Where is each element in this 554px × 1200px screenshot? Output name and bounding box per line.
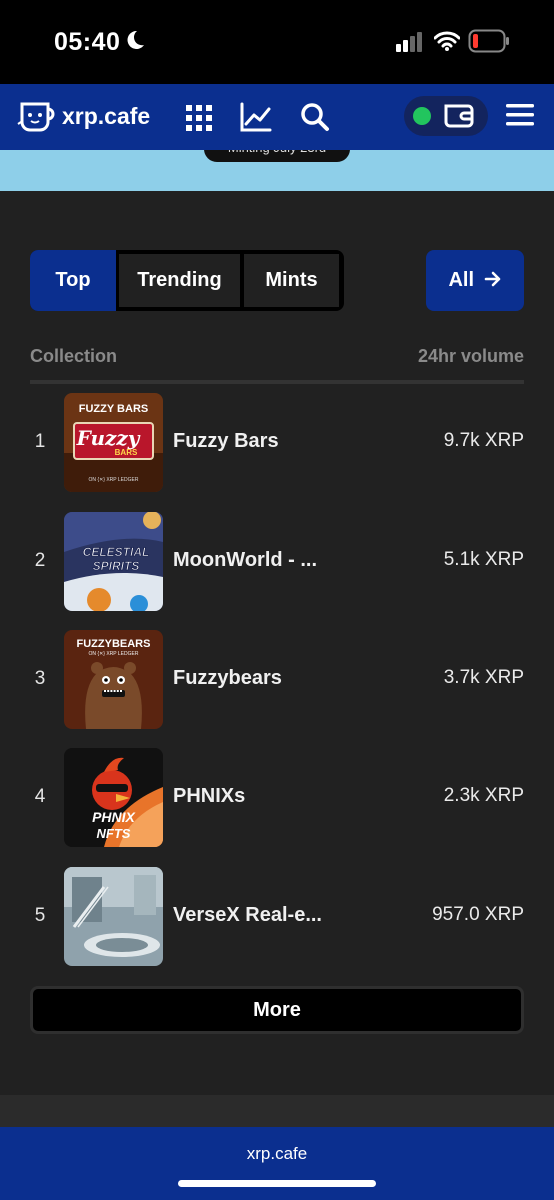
all-button-label: All <box>448 269 474 291</box>
all-button[interactable]: All <box>426 250 524 311</box>
collection-volume: 957.0 XRP <box>432 904 524 925</box>
collection-volume: 2.3k XRP <box>443 785 524 806</box>
home-indicator <box>178 1180 376 1187</box>
menu-icon[interactable] <box>506 103 534 127</box>
versex-artwork <box>64 867 163 966</box>
navbar: xrp.cafe <box>0 84 554 150</box>
wallet-button[interactable] <box>404 96 488 136</box>
rank: 1 <box>34 431 46 452</box>
table-row[interactable]: 2 CELESTIAL SPIRITS MoonWorld - ... 5.1k… <box>30 512 524 612</box>
thumb-title: FUZZYBEARS <box>77 638 151 650</box>
fuzzy-bars-artwork: FUZZY BARS Fuzzy BARS ON {✕} XRP LEDGER <box>64 393 163 492</box>
collection-thumbnail: FUZZYBEARS ON {✕} XRP LEDGER <box>64 630 163 729</box>
celestial-spirits-artwork: CELESTIAL SPIRITS <box>64 512 163 611</box>
wallet-icon <box>444 104 474 128</box>
mint-date-badge: Minting July 23rd <box>204 150 350 162</box>
collection-name: PHNIXs <box>173 785 246 807</box>
arrow-right-icon <box>484 271 500 287</box>
rank: 3 <box>34 668 46 689</box>
collection-thumbnail: FUZZY BARS Fuzzy BARS ON {✕} XRP LEDGER <box>64 393 163 492</box>
table-row[interactable]: 1 FUZZY BARS Fuzzy BARS ON {✕} XRP LEDGE… <box>30 393 524 493</box>
collection-name: VerseX Real-e... <box>173 904 322 926</box>
collection-thumbnail: PHNIX NFTS <box>64 748 163 847</box>
search-icon[interactable] <box>300 98 330 136</box>
top-collections-panel: Top Trending Mints All Collection 24hr v… <box>0 191 554 1095</box>
tab-mints[interactable]: Mints <box>244 254 339 307</box>
collection-volume: 5.1k XRP <box>443 549 524 570</box>
rank: 2 <box>34 550 46 571</box>
phnix-artwork: PHNIX NFTS <box>64 748 163 847</box>
address-text: xrp.cafe <box>246 1144 308 1163</box>
grid-icon[interactable] <box>186 98 212 136</box>
status-bar: 05:40 <box>0 0 554 84</box>
fuzzybears-artwork: FUZZYBEARS ON {✕} XRP LEDGER <box>64 630 163 729</box>
collection-thumbnail: CELESTIAL SPIRITS <box>64 512 163 611</box>
chart-trend-icon[interactable] <box>240 98 272 136</box>
thumb-sub: BARS <box>115 448 138 457</box>
tab-trending[interactable]: Trending <box>119 254 240 307</box>
collection-volume: 9.7k XRP <box>443 430 524 451</box>
thumb-brand: SPIRITS <box>93 559 140 573</box>
collection-name: MoonWorld - ... <box>173 549 318 571</box>
logo-text[interactable]: xrp.cafe <box>62 103 150 130</box>
table-row[interactable]: 4 PHNIX NFTS PHNIXs 2.3k XRP <box>30 748 524 848</box>
moon-icon <box>127 30 144 49</box>
collection-column-header: Collection <box>30 346 118 366</box>
thumb-footer: ON {✕} XRP LEDGER <box>89 477 139 483</box>
rank: 4 <box>34 786 46 807</box>
cup-logo-icon[interactable] <box>16 98 60 136</box>
table-row[interactable]: 5 VerseX Real-e... 957.0 XRP <box>30 867 524 967</box>
collection-thumbnail <box>64 867 163 966</box>
section-gap <box>0 1095 554 1127</box>
rank: 5 <box>34 905 46 926</box>
tab-top[interactable]: Top <box>30 250 116 311</box>
wallet-status-dot <box>413 107 431 125</box>
signal-icon <box>396 32 422 52</box>
header-divider <box>30 380 524 384</box>
status-time: 05:40 <box>54 28 121 56</box>
thumb-sub: ON {✕} XRP LEDGER <box>89 651 139 657</box>
battery-icon <box>468 29 509 53</box>
volume-column-header: 24hr volume <box>417 346 524 366</box>
more-button[interactable]: More <box>30 986 524 1034</box>
collection-name: Fuzzybears <box>173 667 282 689</box>
collection-name: Fuzzy Bars <box>173 430 279 452</box>
thumb-title: CELESTIAL <box>83 545 150 559</box>
browser-address-bar[interactable]: xrp.cafe <box>0 1127 554 1200</box>
collection-tabs: Top Trending Mints <box>30 250 344 311</box>
thumb-brand: Fuzzy <box>76 426 141 450</box>
collection-volume: 3.7k XRP <box>443 667 524 688</box>
mint-banner[interactable]: Minting July 23rd <box>0 150 554 191</box>
thumb-title: FUZZY BARS <box>79 403 148 415</box>
thumb-title: PHNIX <box>92 809 136 825</box>
wifi-icon <box>434 31 460 51</box>
table-row[interactable]: 3 FUZZYBEARS ON {✕} XRP LEDGER Fuzzybear… <box>30 630 524 730</box>
thumb-sub: NFTS <box>97 826 131 841</box>
